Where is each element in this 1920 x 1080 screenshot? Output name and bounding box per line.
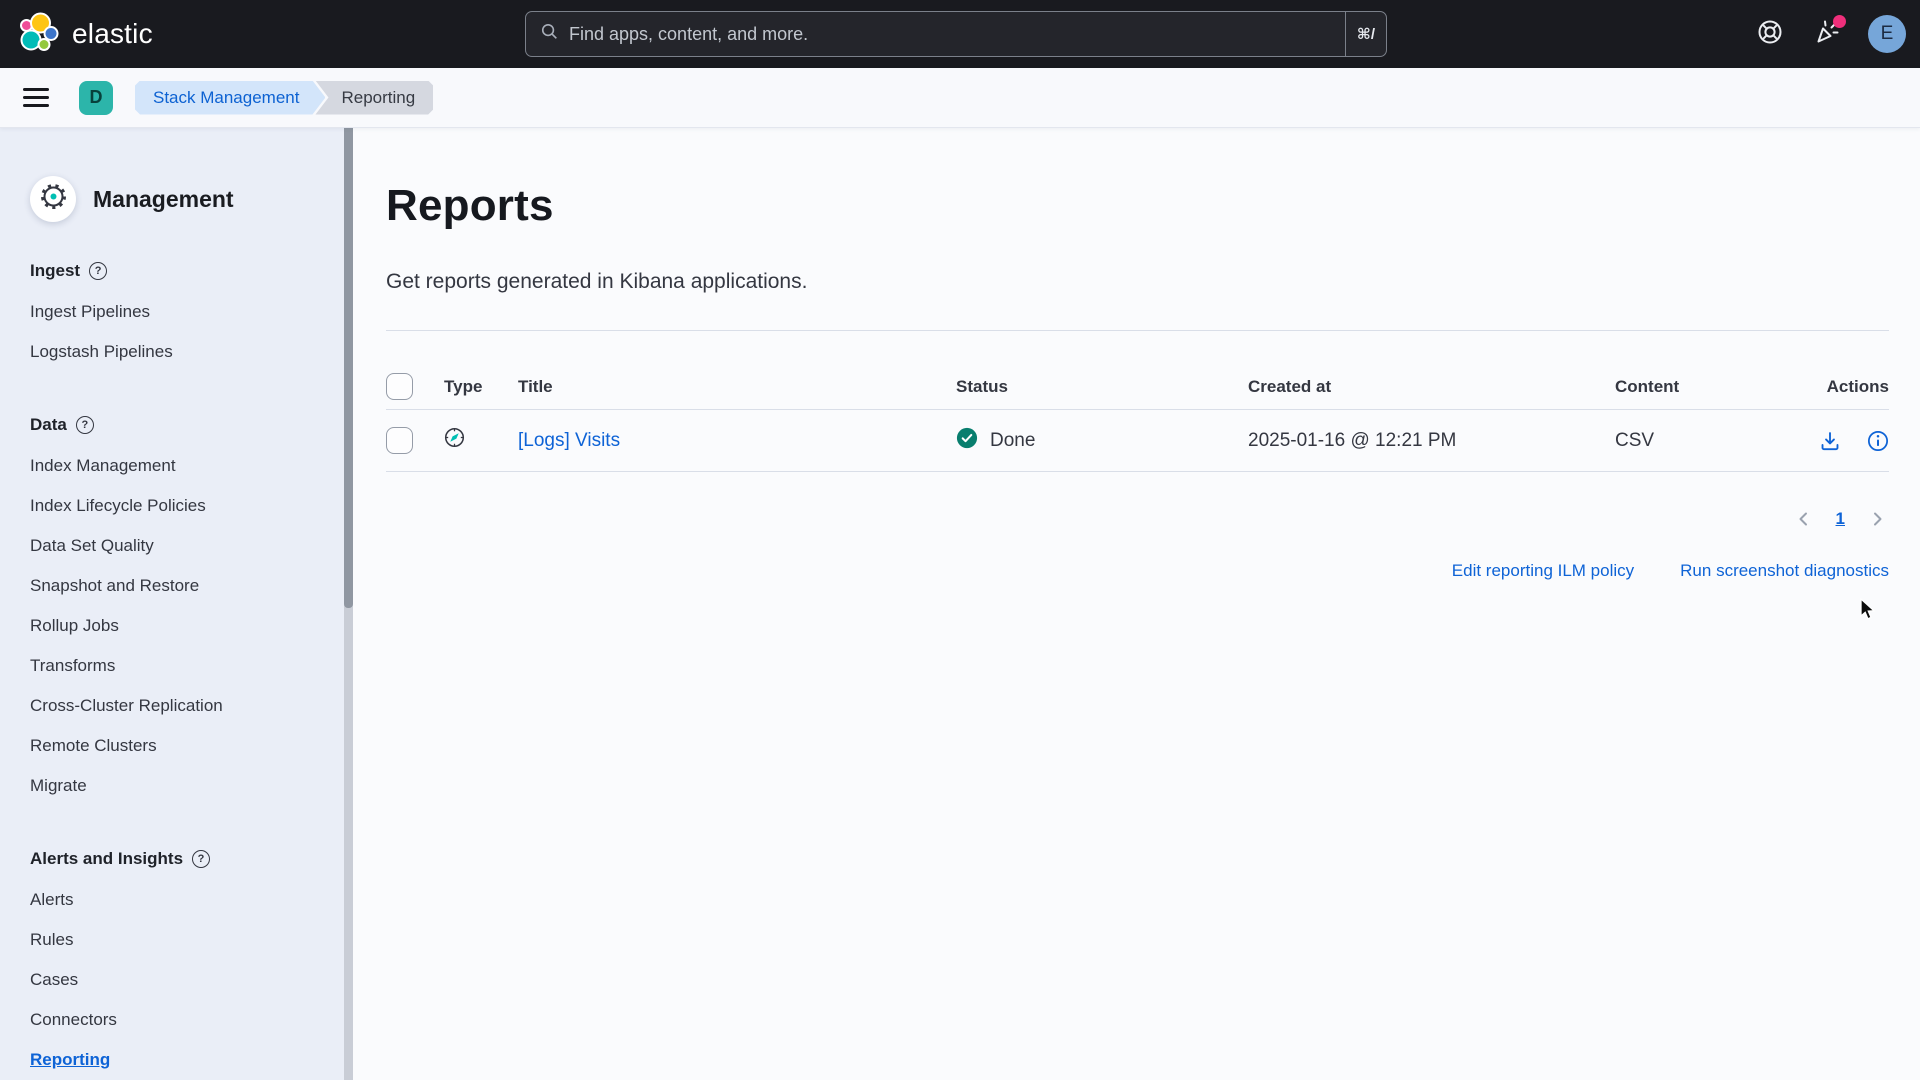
sidebar-item-remote-clusters[interactable]: Remote Clusters [30,736,157,756]
sidebar-item-snapshot-and-restore[interactable]: Snapshot and Restore [30,576,199,596]
news-feed-button[interactable] [1811,18,1843,50]
column-header-title: Title [518,377,956,397]
breadcrumb-stack-management[interactable]: Stack Management [135,81,325,115]
management-app-logo [30,176,76,222]
sidebar-item-rules[interactable]: Rules [30,930,73,950]
download-report-icon[interactable] [1819,430,1841,452]
page-subtitle: Get reports generated in Kibana applicat… [386,268,1889,296]
help-question-icon[interactable]: ? [89,262,107,280]
sidebar-item-cases[interactable]: Cases [30,970,78,990]
search-placeholder: Find apps, content, and more. [569,24,808,45]
sidebar-item-connectors[interactable]: Connectors [30,1010,117,1030]
sidebar-item-transforms[interactable]: Transforms [30,656,115,676]
page-number-1[interactable]: 1 [1836,509,1845,529]
next-page-icon[interactable] [1867,509,1887,529]
sidebar-section-alerts-insights: Alerts and Insights ? Alerts Rules Cases… [30,846,327,1080]
dashboard-app-icon [444,432,465,453]
report-info-icon[interactable] [1867,430,1889,452]
section-heading-data: Data [30,415,67,435]
help-button[interactable] [1754,18,1786,50]
sidebar-item-reporting[interactable]: Reporting [30,1050,110,1070]
section-heading-alerts-insights: Alerts and Insights [30,849,183,869]
sidebar-scrollbar-track [344,128,353,1080]
sidebar-item-rollup-jobs[interactable]: Rollup Jobs [30,616,119,636]
divider [386,330,1889,331]
reports-page: Reports Get reports generated in Kibana … [353,128,1920,1080]
breadcrumb-reporting: Reporting [315,81,433,115]
report-created-at: 2025-01-16 @ 12:21 PM [1248,430,1615,452]
report-content-type: CSV [1615,430,1819,452]
search-shortcut-badge: ⌘/ [1345,12,1386,56]
sidebar-item-ingest-pipelines[interactable]: Ingest Pipelines [30,302,150,322]
sidebar-item-migrate[interactable]: Migrate [30,776,87,796]
sidebar-item-index-lifecycle-policies[interactable]: Index Lifecycle Policies [30,496,206,516]
sidebar-section-ingest: Ingest ? Ingest Pipelines Logstash Pipel… [30,258,327,372]
sidebar-item-index-management[interactable]: Index Management [30,456,176,476]
menu-hamburger-button[interactable] [23,88,49,107]
news-notification-dot [1833,15,1846,28]
help-question-icon[interactable]: ? [76,416,94,434]
page-title: Reports [386,178,1889,234]
column-header-created-at: Created at [1248,377,1615,397]
column-header-content: Content [1615,377,1819,397]
sidebar-title: Management [93,186,234,213]
help-lifering-icon [1755,17,1785,52]
previous-page-icon[interactable] [1794,509,1814,529]
column-header-type: Type [444,377,518,397]
table-header-row: Type Title Status Created at Content Act… [386,364,1889,410]
deployment-space-badge[interactable]: D [79,81,113,115]
reports-table: Type Title Status Created at Content Act… [386,364,1889,472]
sidebar-item-data-set-quality[interactable]: Data Set Quality [30,536,154,556]
edit-ilm-policy-link[interactable]: Edit reporting ILM policy [1452,561,1634,587]
sidebar-item-logstash-pipelines[interactable]: Logstash Pipelines [30,342,173,362]
section-heading-ingest: Ingest [30,261,80,281]
breadcrumb: Stack Management Reporting [135,81,433,115]
sidebar-item-alerts[interactable]: Alerts [30,890,73,910]
select-all-checkbox[interactable] [386,373,413,400]
table-row: [Logs] Visits Done 2025-01-16 @ 12:21 PM… [386,410,1889,472]
top-header: elastic Find apps, content, and more. ⌘/ [0,0,1920,68]
sidebar-scrollbar-thumb[interactable] [344,128,353,608]
sidebar-section-data: Data ? Index Management Index Lifecycle … [30,412,327,806]
pagination: 1 [386,499,1889,539]
elastic-logo-icon [18,11,60,58]
user-avatar[interactable]: E [1868,15,1906,53]
elastic-logo-text: elastic [72,18,153,50]
help-question-icon[interactable]: ? [192,850,210,868]
column-header-status: Status [956,377,1248,397]
column-header-actions: Actions [1819,377,1889,397]
management-sidebar: Management Ingest ? Ingest Pipelines Log… [0,128,353,1080]
report-title-link[interactable]: [Logs] Visits [518,430,620,451]
sidebar-item-cross-cluster-replication[interactable]: Cross-Cluster Replication [30,696,223,716]
breadcrumb-bar: D Stack Management Reporting [0,68,1920,128]
status-badge: Done [990,430,1035,452]
global-search-input[interactable]: Find apps, content, and more. ⌘/ [525,11,1387,57]
elastic-logo[interactable]: elastic [18,11,153,58]
reporting-footer-links: Edit reporting ILM policy Run screenshot… [386,561,1889,587]
search-icon [540,22,559,46]
gear-icon [40,183,67,215]
row-checkbox[interactable] [386,427,413,454]
status-done-icon [956,427,978,455]
run-screenshot-diagnostics-link[interactable]: Run screenshot diagnostics [1680,561,1889,587]
